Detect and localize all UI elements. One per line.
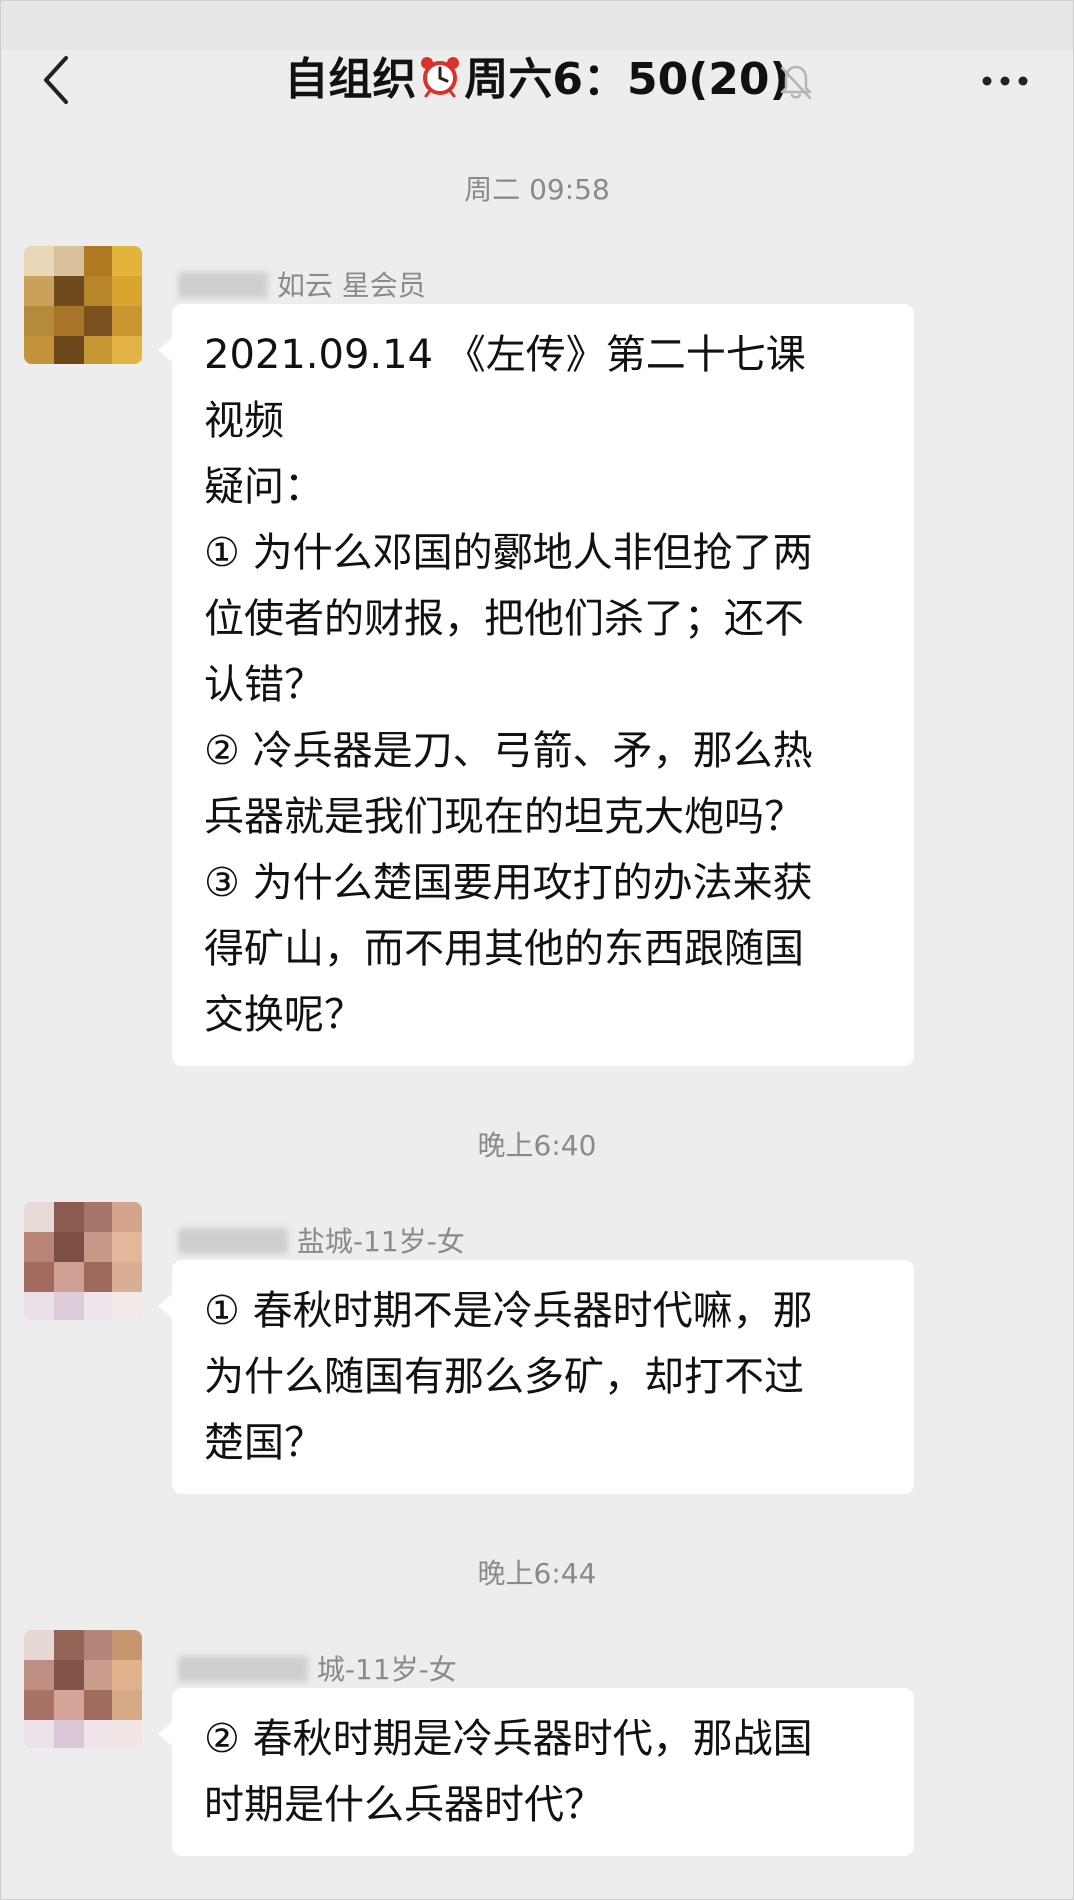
message-bubble[interactable]: ② 春秋时期是冷兵器时代，那战国 时期是什么兵器时代？ [158,1688,914,1856]
message-timestamp: 晚上6:40 [477,1129,597,1162]
avatar[interactable] [24,1202,142,1320]
chat-title-prefix: 自组织 [284,54,417,105]
chat-title-suffix: 周六6：50(20) [464,54,790,105]
blurred-name-part [178,272,268,298]
avatar[interactable] [24,1630,142,1748]
message-line: 认错？ [204,662,324,708]
message-line: 兵器就是我们现在的坦克大炮吗？ [204,794,804,840]
message-line: 交换呢？ [204,992,364,1038]
sender-name: 城-11岁-女 [178,1648,457,1688]
sender-name: 如云 星会员 [178,264,426,304]
message-line: 视频 [204,398,284,444]
avatar[interactable] [24,246,142,364]
message-bubble[interactable]: 2021.09.14 《左传》第二十七课 视频 疑问： ① 为什么邓国的鄾地人非… [158,304,914,1066]
message-line: 得矿山，而不用其他的东西跟随国 [204,926,804,972]
sender-name: 盐城-11岁-女 [178,1220,465,1260]
message-line: ① 为什么邓国的鄾地人非但抢了两 [204,530,813,576]
chat-title: 自组织 周六6：50(20) [0,50,1074,110]
message-line: 疑问： [204,464,324,510]
message-line: ① 春秋时期不是冷兵器时代嘛，那 [204,1288,813,1334]
message-line: ② 春秋时期是冷兵器时代，那战国 [204,1716,813,1762]
bell-off-icon [776,62,816,102]
message-line: ② 冷兵器是刀、弓箭、矛，那么热 [204,728,813,774]
message-bubble[interactable]: ① 春秋时期不是冷兵器时代嘛，那 为什么随国有那么多矿，却打不过 楚国？ [158,1260,914,1494]
blurred-name-part [178,1656,308,1682]
message-line: ③ 为什么楚国要用攻打的办法来获 [204,860,813,906]
message-line: 位使者的财报，把他们杀了；还不 [204,596,804,642]
message-line: 楚国？ [204,1420,324,1466]
message-line: 时期是什么兵器时代？ [204,1782,604,1828]
message-line: 为什么随国有那么多矿，却打不过 [204,1354,804,1400]
message-timestamp: 周二 09:58 [464,173,610,206]
status-bar-area [0,0,1074,50]
more-options-button[interactable] [980,66,1030,96]
alarm-clock-icon [418,54,462,98]
more-dots-icon [982,76,1028,86]
message-timestamp: 晚上6:44 [477,1557,597,1590]
blurred-name-part [178,1228,288,1254]
message-line: 2021.09.14 《左传》第二十七课 [204,332,806,378]
